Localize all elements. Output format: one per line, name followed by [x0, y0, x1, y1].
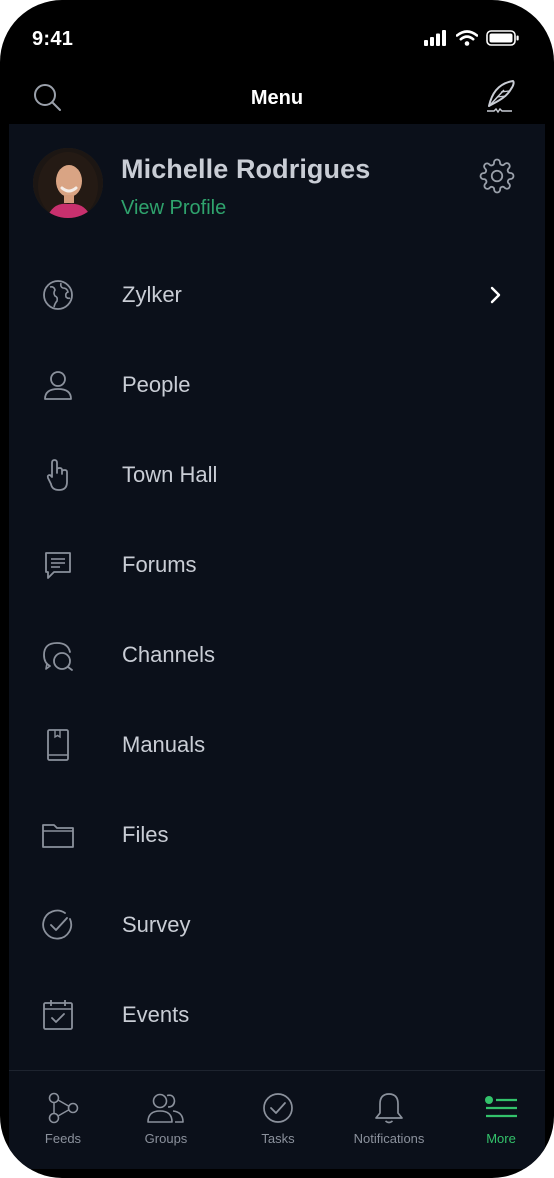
menu-item-events[interactable]: Events — [9, 970, 545, 1060]
tab-more[interactable]: More — [447, 1071, 554, 1169]
tab-tasks[interactable]: Tasks — [224, 1071, 332, 1169]
channels-icon — [41, 638, 75, 672]
menu-item-label: Channels — [122, 642, 215, 667]
chevron-right-icon — [489, 285, 503, 305]
signal-icon — [424, 30, 448, 46]
settings-button[interactable] — [479, 158, 515, 194]
phone-frame: 9:41 Menu Michelle Rodrigues View Profil… — [0, 0, 554, 1178]
profile-name: Michelle Rodrigues — [121, 154, 371, 184]
tab-label: Groups — [144, 1131, 188, 1146]
profile-section[interactable]: Michelle Rodrigues View Profile — [9, 124, 545, 242]
compose-button[interactable] — [484, 78, 518, 116]
menu-item-town-hall[interactable]: Town Hall — [9, 430, 545, 520]
menu-item-label: Manuals — [122, 732, 206, 757]
menu-list: Zylker People Town Hall Forums Channels … — [9, 250, 545, 1060]
tab-label: Tasks — [261, 1131, 295, 1146]
menu-item-zylker[interactable]: Zylker — [9, 250, 545, 340]
menu-item-channels[interactable]: Channels — [9, 610, 545, 700]
menu-item-label: Survey — [122, 912, 191, 937]
calendar-icon — [41, 998, 75, 1032]
menu-item-manuals[interactable]: Manuals — [9, 700, 545, 790]
menu-item-people[interactable]: People — [9, 340, 545, 430]
menu-item-survey[interactable]: Survey — [9, 880, 545, 970]
page-title: Menu — [250, 87, 304, 109]
menu-item-label: Zylker — [122, 282, 182, 307]
groups-icon — [147, 1091, 184, 1125]
menu-item-label: Forums — [122, 552, 197, 577]
tab-feeds[interactable]: Feeds — [9, 1071, 117, 1169]
tab-label: Notifications — [353, 1131, 425, 1146]
tasks-icon — [261, 1091, 295, 1125]
menu-screen: Michelle Rodrigues View Profile Zylker P… — [9, 124, 545, 1070]
bottom-tab-bar: Feeds Groups Tasks Notifications More — [9, 1070, 545, 1169]
menu-item-label: Events — [122, 1002, 190, 1027]
avatar[interactable] — [33, 148, 103, 218]
top-bar: Menu — [0, 78, 554, 124]
book-icon — [41, 728, 75, 762]
status-bar: 9:41 — [0, 0, 554, 78]
gear-icon — [479, 158, 515, 194]
status-icons — [424, 30, 520, 46]
menu-item-label: Town Hall — [122, 462, 218, 487]
tab-label: More — [486, 1131, 516, 1146]
globe-icon — [41, 278, 75, 312]
chat-bubble-icon — [41, 548, 75, 582]
status-time: 9:41 — [32, 28, 74, 50]
menu-item-forums[interactable]: Forums — [9, 520, 545, 610]
more-icon — [484, 1091, 518, 1125]
quill-icon — [487, 80, 515, 114]
person-icon — [41, 368, 75, 402]
wifi-icon — [456, 30, 478, 46]
raised-hand-icon — [41, 458, 75, 492]
check-circle-icon — [41, 908, 75, 942]
tab-notifications[interactable]: Notifications — [335, 1071, 443, 1169]
folder-icon — [41, 818, 75, 852]
feeds-icon — [46, 1091, 80, 1125]
tab-label: Feeds — [44, 1131, 82, 1146]
tab-groups[interactable]: Groups — [112, 1071, 220, 1169]
view-profile-link[interactable]: View Profile — [121, 197, 226, 220]
battery-icon — [486, 30, 520, 46]
menu-item-label: Files — [122, 822, 169, 847]
menu-item-files[interactable]: Files — [9, 790, 545, 880]
menu-item-label: People — [122, 372, 191, 397]
bell-icon — [372, 1091, 406, 1125]
